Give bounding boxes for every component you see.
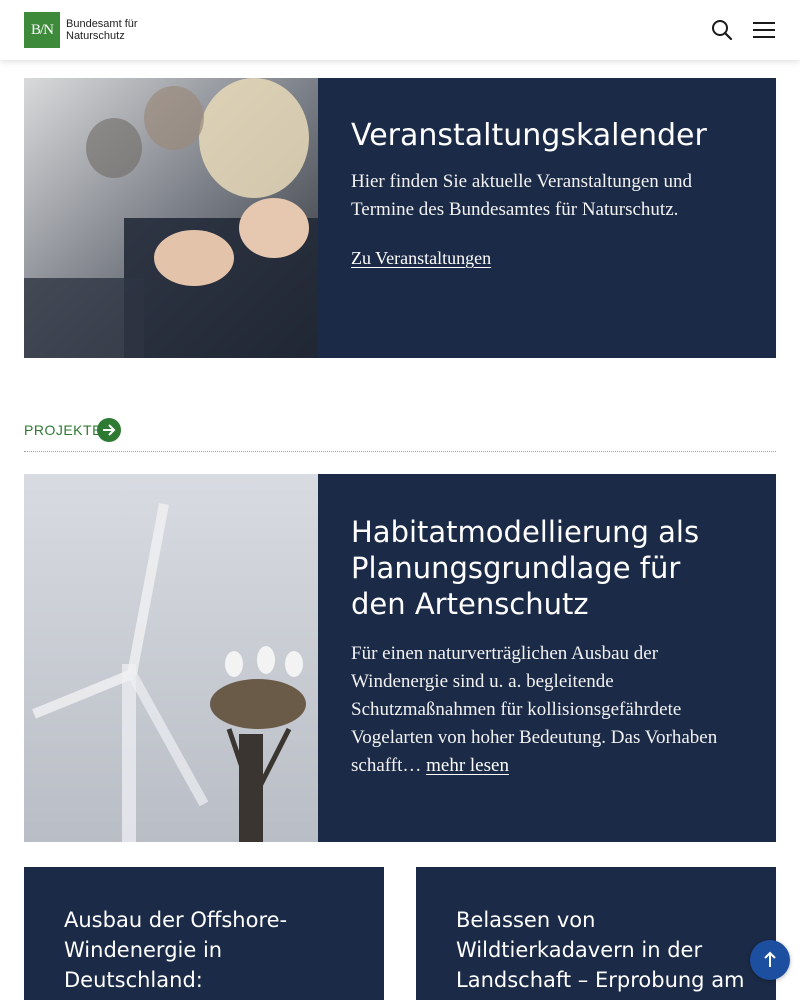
project-card-text: Für einen naturverträglichen Ausbau der … — [351, 640, 731, 780]
search-icon[interactable] — [708, 16, 736, 44]
wind-turbine-storks-image — [24, 474, 318, 842]
hamburger-menu-icon[interactable] — [750, 16, 778, 44]
audience-applause-image — [24, 78, 318, 358]
event-card-body: Veranstaltungskalender Hier finden Sie a… — [351, 116, 741, 269]
site-header: B/N Bundesamt für Naturschutz — [0, 0, 800, 60]
logo-text: Bundesamt für Naturschutz — [66, 18, 138, 42]
teaser-card-body: Ausbau der Offshore-Windenergie in Deuts… — [64, 905, 354, 1000]
event-card-link[interactable]: Zu Veranstaltungen — [351, 248, 491, 269]
projects-label[interactable]: PROJEKTE — [24, 422, 102, 438]
logo-line-1: Bundesamt für — [66, 18, 138, 30]
project-read-more-link[interactable]: mehr lesen — [426, 755, 509, 776]
project-card-body: Habitatmodellierung als Planungsgrundlag… — [351, 514, 731, 780]
project-card-text-body: Für einen naturverträglichen Ausbau der … — [351, 643, 718, 776]
site-logo[interactable]: B/N Bundesamt für Naturschutz — [24, 12, 138, 48]
project-card-title: Habitatmodellierung als Planungsgrundlag… — [351, 515, 700, 621]
arrow-up-icon — [764, 951, 776, 967]
event-card-title: Veranstaltungskalender — [351, 118, 707, 153]
arrow-right-icon[interactable] — [97, 418, 121, 442]
project-teaser-card[interactable]: Ausbau der Offshore-Windenergie in Deuts… — [24, 867, 384, 1000]
logo-line-2: Naturschutz — [66, 30, 125, 42]
project-card: Habitatmodellierung als Planungsgrundlag… — [24, 474, 776, 842]
event-card-text: Hier finden Sie aktuelle Veranstaltungen… — [351, 171, 693, 220]
teaser-card-body: Belassen von Wildtierkadavern in der Lan… — [456, 905, 746, 995]
event-calendar-card: Veranstaltungskalender Hier finden Sie a… — [24, 78, 776, 358]
teaser-card-title: Ausbau der Offshore-Windenergie in Deuts… — [64, 908, 288, 1000]
logo-mark: B/N — [24, 12, 60, 48]
teaser-card-title: Belassen von Wildtierkadavern in der Lan… — [456, 908, 745, 992]
scroll-to-top-button[interactable] — [750, 940, 790, 980]
projects-section-heading: PROJEKTE — [24, 418, 776, 452]
project-teaser-card[interactable]: Belassen von Wildtierkadavern in der Lan… — [416, 867, 776, 1000]
